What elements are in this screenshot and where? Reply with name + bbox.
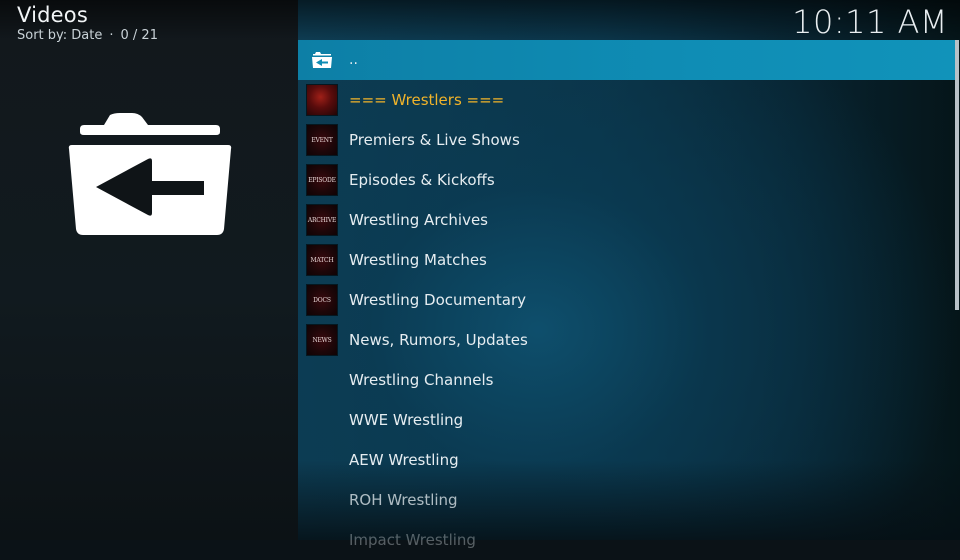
list-item[interactable]: Impact Wrestling — [298, 520, 958, 560]
list-item-label: Wrestling Channels — [349, 371, 494, 389]
list-item[interactable]: ARCHIVE Wrestling Archives — [298, 200, 958, 240]
scrollbar[interactable] — [955, 40, 959, 540]
list-item-label: .. — [349, 52, 358, 68]
list-item-label: AEW Wrestling — [349, 451, 459, 469]
list-item-label: Premiers & Live Shows — [349, 131, 520, 149]
thumbnail-icon: MATCH — [307, 245, 337, 275]
sort-label[interactable]: Sort by: Date — [17, 28, 102, 43]
list-item-label: Wrestling Matches — [349, 251, 487, 269]
list-item-label: Episodes & Kickoffs — [349, 171, 495, 189]
list-item[interactable]: ROH Wrestling — [298, 480, 958, 520]
scrollbar-thumb[interactable] — [955, 40, 959, 310]
clock: 10:11 AM — [792, 3, 948, 41]
list-item-label: Wrestling Archives — [349, 211, 488, 229]
thumbnail-icon: ARCHIVE — [307, 205, 337, 235]
list-item-parent[interactable]: .. — [298, 40, 958, 80]
list-item-label: WWE Wrestling — [349, 411, 464, 429]
thumbnail-icon: EPISODE — [307, 165, 337, 195]
window-title: Videos — [17, 3, 88, 27]
list-item-label: News, Rumors, Updates — [349, 331, 528, 349]
side-panel-background — [0, 0, 298, 540]
list-item[interactable]: WWE Wrestling — [298, 400, 958, 440]
separator: · — [109, 28, 114, 43]
sort-info: Sort by: Date · 0 / 21 — [17, 28, 158, 43]
list-item[interactable]: EVENT Premiers & Live Shows — [298, 120, 958, 160]
thumbnail-icon: EVENT — [307, 125, 337, 155]
list-item[interactable]: NEWS News, Rumors, Updates — [298, 320, 958, 360]
list-item[interactable]: DOCS Wrestling Documentary — [298, 280, 958, 320]
folder-back-icon — [312, 52, 332, 68]
folder-back-icon — [68, 113, 232, 235]
list-item-label: ROH Wrestling — [349, 491, 458, 509]
item-position: 0 / 21 — [120, 28, 158, 43]
thumbnail-icon: NEWS — [307, 325, 337, 355]
list-item[interactable]: Wrestling Channels — [298, 360, 958, 400]
list-item[interactable]: MATCH Wrestling Matches — [298, 240, 958, 280]
list-item-label: Wrestling Documentary — [349, 291, 526, 309]
list-item-label: Impact Wrestling — [349, 531, 476, 549]
list-item[interactable]: AEW Wrestling — [298, 440, 958, 480]
thumbnail-icon — [307, 85, 337, 115]
list-item-label: === Wrestlers === — [349, 91, 505, 109]
list-item[interactable]: EPISODE Episodes & Kickoffs — [298, 160, 958, 200]
list-item[interactable]: === Wrestlers === — [298, 80, 958, 120]
file-list: .. === Wrestlers === EVENT Premiers & Li… — [298, 40, 958, 560]
thumbnail-icon: DOCS — [307, 285, 337, 315]
